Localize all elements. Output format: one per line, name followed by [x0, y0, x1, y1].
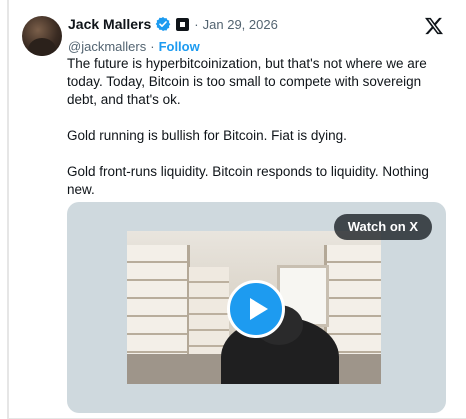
play-button[interactable] [227, 280, 285, 338]
video-media[interactable]: Watch on X [67, 202, 446, 413]
post-text: The future is hyperbitcoinization, but t… [67, 55, 447, 199]
watch-on-x-button[interactable]: Watch on X [333, 214, 432, 240]
avatar[interactable] [22, 16, 62, 56]
post-paragraph: Gold front-runs liquidity. Bitcoin respo… [67, 164, 429, 197]
author-name[interactable]: Jack Mallers [68, 16, 151, 32]
post-date[interactable]: Jan 29, 2026 [203, 17, 278, 32]
post-header: Jack Mallers · Jan 29, 2026 [68, 14, 466, 34]
post-paragraph: The future is hyperbitcoinization, but t… [67, 56, 427, 107]
author-handle[interactable]: @jackmallers [68, 39, 146, 54]
embedded-post-card: Jack Mallers · Jan 29, 2026 @jackmallers… [0, 0, 466, 419]
post-paragraph: Gold running is bullish for Bitcoin. Fia… [67, 128, 347, 143]
handle-row: @jackmallers · Follow [68, 37, 200, 55]
quote-rule [7, 0, 9, 419]
date-separator: · [194, 16, 199, 32]
verified-badge-icon [156, 17, 171, 31]
x-logo-icon[interactable] [424, 16, 444, 36]
play-icon [249, 298, 268, 320]
handle-separator: · [150, 38, 155, 54]
follow-button[interactable]: Follow [159, 39, 200, 54]
affiliation-badge-icon [176, 17, 190, 31]
